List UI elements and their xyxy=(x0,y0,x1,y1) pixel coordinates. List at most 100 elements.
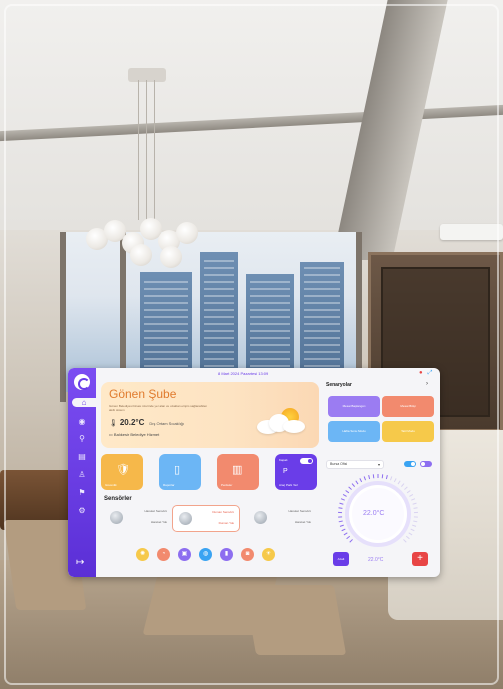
calendar-icon: ▤ xyxy=(78,452,86,461)
dial-tick xyxy=(343,532,348,536)
curtain-icon: ▥ xyxy=(232,464,243,476)
dial-tick xyxy=(413,507,418,509)
scenario-weekend[interactable]: Hafta Sonu Modu xyxy=(328,421,380,442)
logout-button[interactable]: ↦ xyxy=(76,557,88,569)
chevron-right-icon[interactable]: › xyxy=(426,381,428,387)
logout-icon: ↦ xyxy=(76,557,85,568)
dial-tick xyxy=(345,490,350,494)
app-logo xyxy=(74,374,90,390)
temperature-label: Dış Ortam Sıcaklığı xyxy=(149,421,185,426)
sensor-state: Hareket Yok xyxy=(150,520,167,524)
sidebar-item-camera[interactable]: ◉ xyxy=(76,417,88,426)
dial-tick xyxy=(393,478,397,483)
feature-tiles: 🛡 Güvenlik ▯ Raporlar ▥ Perdeler Kapalı … xyxy=(101,454,319,490)
dial-tick xyxy=(410,528,415,532)
dial-tick xyxy=(411,498,416,501)
room-select[interactable]: Bursa Ofisi ▾ xyxy=(326,460,384,469)
settings-icon: ⚙ xyxy=(78,506,86,515)
shield-icon: 🛡 xyxy=(116,464,130,476)
dial-tick xyxy=(339,524,344,527)
sensor-card-motion-2[interactable]: Hareket Sensörü Hareket Yok xyxy=(248,505,316,532)
location-label: ▭ Balıkesir Belediye Hizmet xyxy=(109,432,159,437)
increase-button[interactable]: + xyxy=(412,552,428,566)
alarm-icon[interactable]: ◔ xyxy=(157,548,170,561)
tile-curtains[interactable]: ▥ Perdeler xyxy=(217,454,259,490)
location-text: Balıkesir Belediye Hizmet xyxy=(113,432,160,437)
dial-tick xyxy=(342,494,347,497)
dial-tick xyxy=(400,483,405,487)
flag-icon: ⚑ xyxy=(78,488,86,497)
thermometer-icon: 🌡 xyxy=(109,420,118,427)
room-select-value: Bursa Ofisi xyxy=(330,462,348,466)
tile-label: Raporlar xyxy=(163,483,175,487)
dial-tick xyxy=(338,520,343,523)
decrease-button[interactable]: Azalt xyxy=(333,552,349,566)
tile-reports[interactable]: ▯ Raporlar xyxy=(159,454,201,490)
dial-tick xyxy=(406,490,411,494)
dial-tick xyxy=(359,478,363,483)
lock-icon[interactable]: ▣ xyxy=(178,548,191,561)
sensor-card-motion[interactable]: Hareket Sensörü Hareket Yok xyxy=(104,505,172,532)
sensor-card-smoke[interactable]: Duman Sensörü Duman Yok xyxy=(172,505,240,532)
sidebar: ⌂ ◉ ⚲ ▤ ♙ ⚑ ⚙ ↦ xyxy=(68,368,96,577)
temperature-value: 20.2°C xyxy=(119,418,145,427)
door-icon[interactable]: ▮ xyxy=(220,548,233,561)
camera-icon[interactable]: ◙ xyxy=(241,548,254,561)
document-icon: ▯ xyxy=(174,464,181,476)
dial-tick xyxy=(405,535,410,540)
dial-tick xyxy=(397,480,401,485)
lightbulb-icon[interactable]: ✺ xyxy=(136,548,149,561)
dial-tick xyxy=(340,498,345,501)
dial-tick xyxy=(338,507,343,509)
smoke-sensor-icon xyxy=(179,512,192,525)
branch-title: Gönen Şube xyxy=(109,387,177,401)
dial-tick xyxy=(339,502,344,505)
branch-subtitle: Gönen Belediyesi binası üzerinde yer ala… xyxy=(109,404,208,412)
sidebar-item-home[interactable]: ⌂ xyxy=(72,398,96,407)
motion-sensor-icon xyxy=(110,511,123,524)
set-temperature: 22.0°C xyxy=(363,510,385,517)
sidebar-item-location[interactable]: ⚲ xyxy=(76,434,88,443)
thermostat-dial[interactable]: 22.0°C xyxy=(336,472,420,556)
sidebar-item-flag[interactable]: ⚑ xyxy=(76,488,88,497)
parking-toggle[interactable] xyxy=(300,458,313,464)
thermostat-toggle[interactable] xyxy=(404,461,416,467)
smart-home-app: ⌂ ◉ ⚲ ▤ ♙ ⚑ ⚙ ↦ 8 Mart 2024 Pazartesi 13… xyxy=(68,368,440,577)
dial-tick xyxy=(346,535,351,540)
building-icon: ▭ xyxy=(109,432,113,437)
notification-icon[interactable]: ● xyxy=(419,370,423,376)
dial-tick xyxy=(341,528,346,532)
cloud-puff xyxy=(283,420,305,433)
scenario-work-end[interactable]: Mesai Bitişi xyxy=(382,396,434,417)
tile-toggle-label: Kapalı xyxy=(279,458,288,462)
dial-tick xyxy=(413,520,418,523)
scenario-work-start[interactable]: Mesai Başlangıcı xyxy=(328,396,380,417)
dial-tick xyxy=(409,494,414,497)
dial-tick xyxy=(363,476,367,481)
chevron-down-icon: ▾ xyxy=(377,462,380,467)
dial-tick xyxy=(385,474,388,480)
sidebar-item-calendar[interactable]: ▤ xyxy=(76,452,88,461)
tile-label: Araç Park Yeri xyxy=(279,483,299,487)
room-photo-background xyxy=(0,0,503,689)
parking-icon: P xyxy=(283,468,288,475)
water-icon[interactable]: ◍ xyxy=(199,548,212,561)
sensors-title: Sensörler xyxy=(104,496,132,502)
dial-tick xyxy=(355,480,359,485)
mode-toggle[interactable] xyxy=(420,461,432,467)
sun-icon[interactable]: ☀ xyxy=(262,548,275,561)
sidebar-item-users[interactable]: ♙ xyxy=(76,470,88,479)
partly-cloudy-icon xyxy=(253,408,307,434)
outdoor-temperature: 🌡 20.2°C Dış Ortam Sıcaklığı xyxy=(109,418,184,427)
scenario-holiday[interactable]: Tatil Modu xyxy=(382,421,434,442)
tile-security[interactable]: 🛡 Güvenlik xyxy=(101,454,143,490)
sidebar-item-settings[interactable]: ⚙ xyxy=(76,506,88,515)
location-icon: ⚲ xyxy=(79,434,85,443)
dial-tick xyxy=(404,486,408,490)
tile-parking[interactable]: Kapalı P Araç Park Yeri xyxy=(275,454,317,490)
dial-tick xyxy=(408,532,413,536)
weather-card: Gönen Şube Gönen Belediyesi binası üzeri… xyxy=(101,382,319,448)
expand-icon[interactable]: ⤢ xyxy=(428,370,433,377)
dial-tick xyxy=(349,539,353,543)
dial-tick xyxy=(403,539,407,543)
